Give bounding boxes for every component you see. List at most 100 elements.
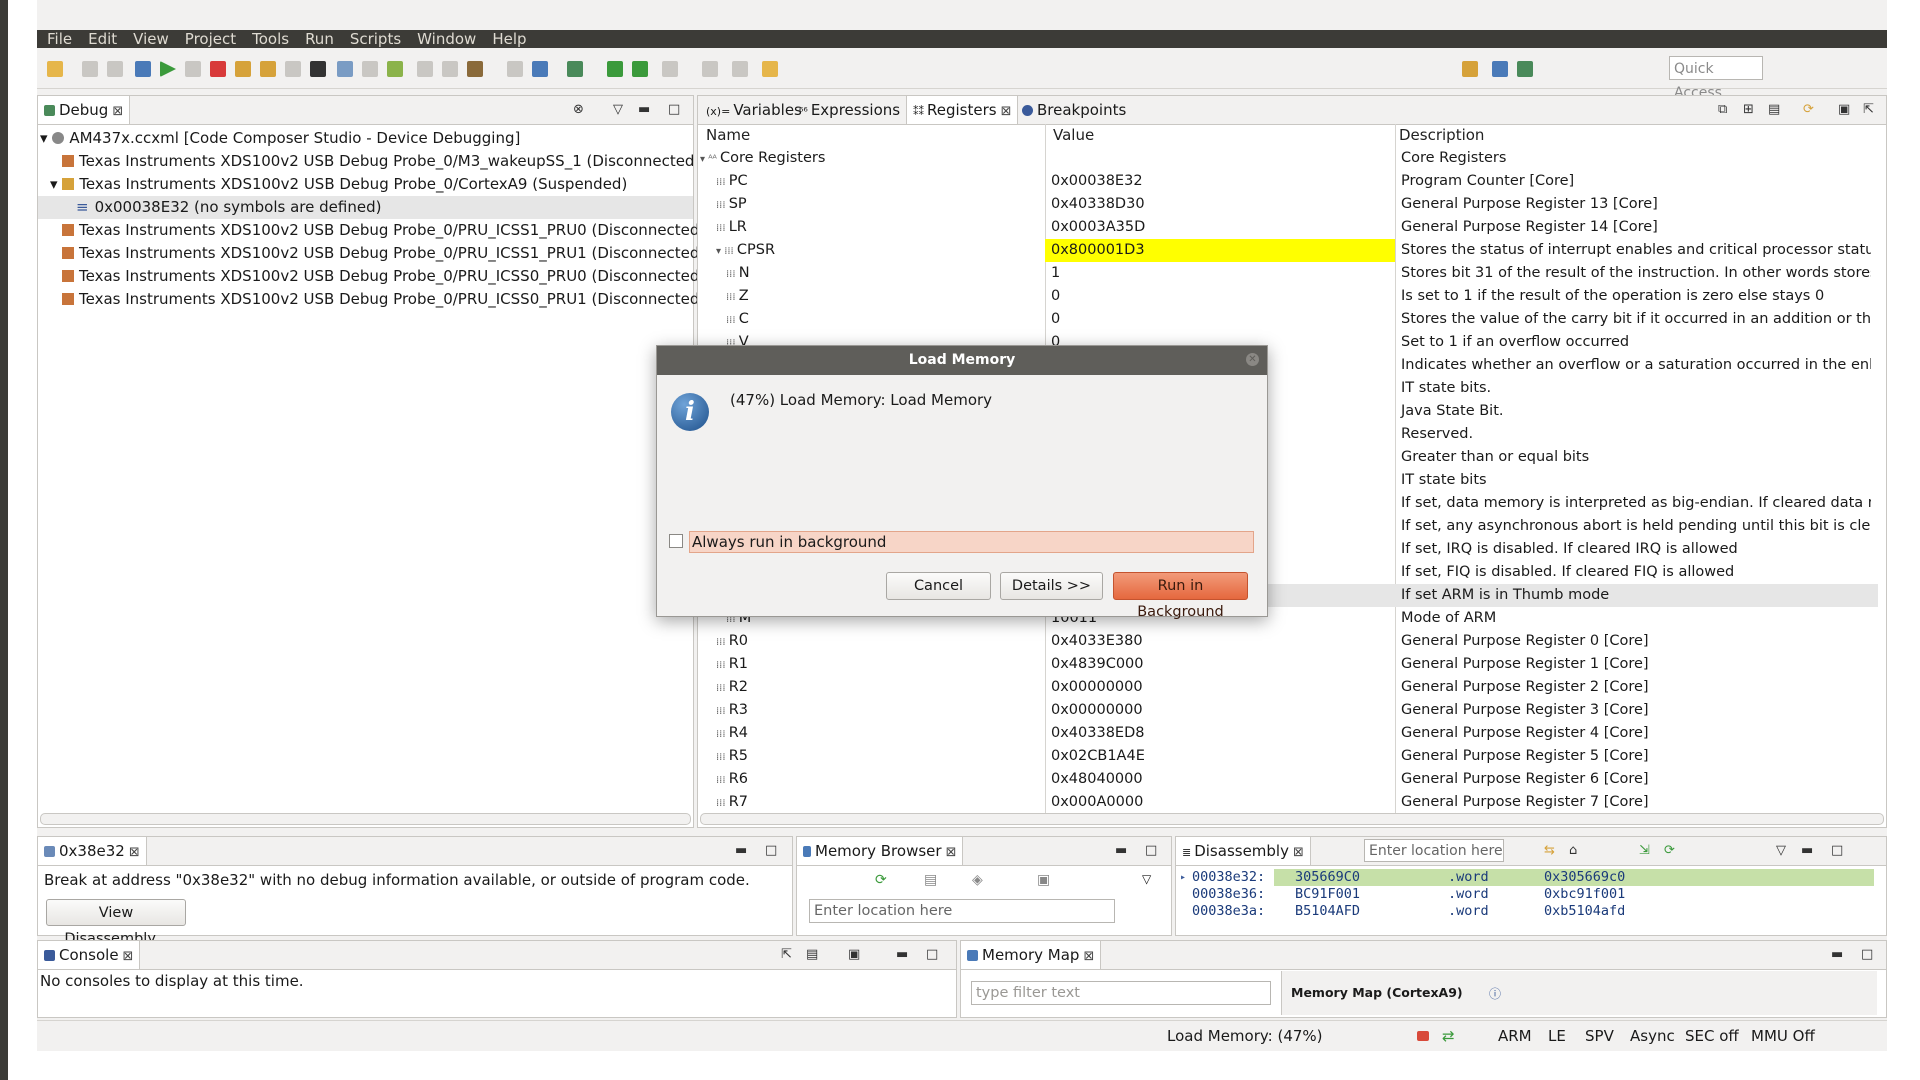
filter-input[interactable]: type filter text	[971, 981, 1271, 1005]
minimize-icon[interactable]: ▬	[1831, 947, 1843, 962]
tab-variables[interactable]: (x)= Variables	[700, 96, 808, 124]
register-row[interactable]: ⁞⁞⁞ R7 0x000A0000 General Purpose Register…	[698, 791, 1878, 814]
connect-icon[interactable]	[362, 61, 378, 77]
resume-icon[interactable]	[160, 61, 176, 77]
disassembly-row[interactable]: 00038e3a: B5104AFD .word 0xb5104afd	[1180, 903, 1870, 920]
cancel-button[interactable]: Cancel	[886, 572, 991, 600]
register-value[interactable]: 0x0003A35D	[1045, 216, 1395, 239]
tab-registers[interactable]: ⁑⁑ Registers ⊠	[906, 96, 1019, 124]
tab-breakpoints[interactable]: Breakpoints	[1016, 96, 1132, 124]
register-value[interactable]: 0x02CB1A4E	[1045, 745, 1395, 768]
minimize-icon[interactable]: ▬	[1115, 843, 1127, 858]
register-row[interactable]: ⁞⁞⁞ R6 0x48040000 General Purpose Register…	[698, 768, 1878, 791]
disassembly-location-input[interactable]: Enter location here	[1364, 839, 1504, 862]
registers-hscrollbar[interactable]	[700, 813, 1884, 825]
remove-terminated-icon[interactable]: ⊗	[573, 102, 584, 117]
new-view-icon[interactable]: ▣	[1838, 102, 1850, 117]
register-row[interactable]: ⁞⁞⁞ R5 0x02CB1A4E General Purpose Register…	[698, 745, 1878, 768]
menu-project[interactable]: Project	[177, 30, 244, 48]
register-value[interactable]: 0x4839C000	[1045, 653, 1395, 676]
disassembly-row[interactable]: 00038e36: BC91F001 .word 0xbc91f001	[1180, 886, 1870, 903]
step-icon[interactable]: ⇲	[1639, 843, 1650, 858]
minimize-icon[interactable]: ▬	[1801, 843, 1813, 858]
quick-access-field[interactable]: Quick Access	[1669, 56, 1763, 101]
new-memory-view-icon[interactable]: ▣	[1037, 872, 1050, 888]
tree-row-cortexa9[interactable]: ▾ Texas Instruments XDS100v2 USB Debug P…	[50, 173, 627, 196]
maximize-icon[interactable]: □	[765, 843, 777, 858]
register-value[interactable]: 0x000A0000	[1045, 791, 1395, 814]
disassembly-row[interactable]: ▸ 00038e32: 305669C0 .word 0x305669c0	[1180, 869, 1874, 886]
maximize-icon[interactable]: □	[1861, 947, 1873, 962]
register-value[interactable]: 0x00038E32	[1045, 170, 1395, 193]
tree-row-pru-icss1-pru1[interactable]: Texas Instruments XDS100v2 USB Debug Pro…	[62, 242, 774, 265]
register-row[interactable]: ⁞⁞⁞ N 1 Stores bit 31 of the result of the…	[698, 262, 1878, 285]
open-perspective-icon[interactable]	[1462, 61, 1478, 77]
ccs-debug-perspective-icon[interactable]	[1517, 61, 1533, 77]
menu-run[interactable]: Run	[297, 30, 342, 48]
always-background-label[interactable]: Always run in background	[689, 531, 1254, 553]
debug-launch-icon[interactable]	[567, 61, 583, 77]
maximize-icon[interactable]: □	[668, 102, 680, 117]
close-icon[interactable]: ⊠	[123, 949, 134, 964]
pin-view-icon[interactable]: ⇱	[1863, 102, 1874, 117]
memory-location-input[interactable]: Enter location here	[809, 899, 1115, 923]
link-with-editor-icon[interactable]: ⇆	[1544, 843, 1555, 858]
menu-window[interactable]: Window	[409, 30, 484, 48]
register-row[interactable]: ⁞⁞⁞ R3 0x00000000 General Purpose Register…	[698, 699, 1878, 722]
always-background-checkbox[interactable]	[669, 534, 683, 548]
debug-hscrollbar[interactable]	[40, 813, 691, 825]
tab-memory-browser[interactable]: Memory Browser ⊠	[797, 837, 964, 865]
menu-view[interactable]: View	[125, 30, 177, 48]
registers-grid-icon[interactable]	[310, 61, 326, 77]
register-value[interactable]: 0	[1045, 285, 1395, 308]
menu-help[interactable]: Help	[484, 30, 534, 48]
register-value[interactable]: 0x800001D3	[1045, 239, 1395, 262]
column-description[interactable]: Description	[1399, 124, 1484, 147]
help-icon[interactable]: ⓘ	[1489, 985, 1501, 1002]
home-icon[interactable]: ⌂	[1569, 843, 1577, 858]
save-memory-icon[interactable]: ▤	[924, 872, 937, 888]
register-value[interactable]: 0x40338D30	[1045, 193, 1395, 216]
new-icon[interactable]	[47, 61, 63, 77]
open-file-icon[interactable]	[702, 61, 718, 77]
close-icon[interactable]: ⊠	[1001, 104, 1012, 119]
maximize-icon[interactable]: □	[926, 947, 938, 962]
close-icon[interactable]: ⊠	[1083, 949, 1094, 964]
terminate-icon[interactable]	[210, 61, 226, 77]
register-value[interactable]: 0x00000000	[1045, 676, 1395, 699]
menu-tools[interactable]: Tools	[244, 30, 297, 48]
register-row[interactable]: ⁞⁞⁞ R0 0x4033E380 General Purpose Register…	[698, 630, 1878, 653]
external-tools-icon[interactable]	[532, 61, 548, 77]
step-over-icon[interactable]	[260, 61, 276, 77]
suspend-icon[interactable]	[185, 61, 201, 77]
register-row[interactable]: ▾ ᴬᴬ Core Registers Core Registers	[698, 147, 1878, 170]
step-return-icon[interactable]	[285, 61, 301, 77]
register-value[interactable]: 1	[1045, 262, 1395, 285]
maximize-icon[interactable]: □	[1145, 843, 1157, 858]
tree-row-frame[interactable]: ≡ 0x00038E32 (no symbols are defined)	[38, 196, 693, 219]
run-last-icon[interactable]	[632, 61, 648, 77]
menu-file[interactable]: File	[39, 30, 80, 48]
debug-view-icon[interactable]	[135, 61, 151, 77]
register-row[interactable]: ⁞⁞⁞ R1 0x4839C000 General Purpose Register…	[698, 653, 1878, 676]
details-button[interactable]: Details >>	[1000, 572, 1103, 600]
search-icon[interactable]	[732, 61, 748, 77]
pin-icon[interactable]	[762, 61, 778, 77]
save-icon[interactable]	[82, 61, 98, 77]
register-value[interactable]: 0x48040000	[1045, 768, 1395, 791]
restart-icon[interactable]	[442, 61, 458, 77]
open-type-icon[interactable]	[662, 61, 678, 77]
tab-debug[interactable]: Debug ⊠	[38, 96, 131, 124]
register-row[interactable]: ⁞⁞⁞ C 0 Stores the value of the carry bit …	[698, 308, 1878, 331]
close-icon[interactable]: ⊠	[946, 845, 957, 860]
menu-edit[interactable]: Edit	[80, 30, 125, 48]
tree-row-m3[interactable]: Texas Instruments XDS100v2 USB Debug Pro…	[62, 150, 779, 173]
load-memory-icon[interactable]	[387, 61, 403, 77]
pin-console-icon[interactable]: ⇱	[781, 947, 792, 962]
refresh-icon[interactable]: ⟳	[1803, 102, 1814, 117]
register-row[interactable]: ⁞⁞⁞ SP 0x40338D30 General Purpose Register…	[698, 193, 1878, 216]
register-row[interactable]: ⁞⁞⁞ R2 0x00000000 General Purpose Register…	[698, 676, 1878, 699]
close-icon[interactable]: ⊠	[1293, 845, 1304, 860]
number-format-icon[interactable]: ⊞	[1743, 102, 1754, 117]
view-menu-icon[interactable]: ▽	[1776, 843, 1786, 858]
